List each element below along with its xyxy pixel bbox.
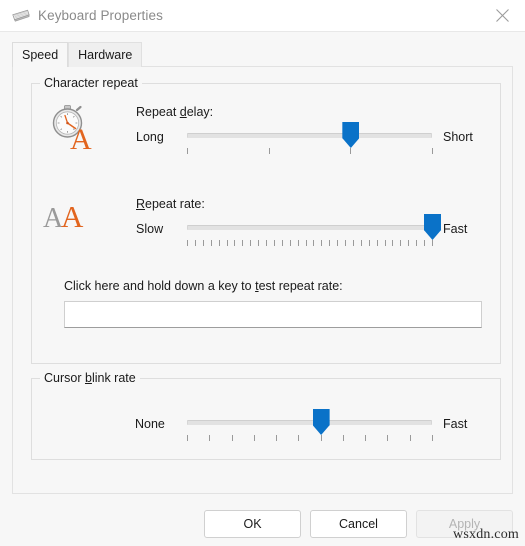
repeat-rate-max-label: Fast <box>443 222 468 236</box>
tab-hardware-label: Hardware <box>78 48 133 62</box>
slider-tick <box>368 240 370 246</box>
slider-tick <box>266 240 268 246</box>
window-body: Speed Hardware Character repeat A Repeat… <box>0 32 525 546</box>
title-bar: Keyboard Properties <box>0 0 525 32</box>
slider-track[interactable] <box>187 225 432 230</box>
slider-tick <box>281 240 283 246</box>
slider-tick <box>202 240 204 246</box>
slider-tick <box>253 435 255 441</box>
group-character-repeat: Character repeat A Repeat delay: Long Sh… <box>31 76 501 364</box>
repeat-rate-label: Repeat rate: <box>136 197 205 211</box>
slider-tick <box>210 240 212 246</box>
dialog-footer: OK Cancel Apply <box>204 510 513 538</box>
slider-tick <box>416 240 418 246</box>
slider-tick <box>424 240 426 246</box>
slider-tick <box>329 240 331 246</box>
slider-tick <box>345 240 347 246</box>
slider-tick <box>432 240 433 246</box>
slider-tick <box>360 240 362 246</box>
svg-text:A: A <box>70 123 92 152</box>
slider-tick <box>276 435 278 441</box>
slider-tick <box>392 240 394 246</box>
slider-tick <box>298 435 300 441</box>
cursor-blink-max-label: Fast <box>443 417 468 431</box>
slider-tick <box>187 148 188 154</box>
apply-button: Apply <box>416 510 513 538</box>
slider-tick <box>268 148 270 154</box>
svg-text:A: A <box>61 199 84 234</box>
cancel-button[interactable]: Cancel <box>310 510 407 538</box>
slider-tick <box>408 240 410 246</box>
slider-tick <box>321 240 323 246</box>
slider-tick <box>258 240 260 246</box>
slider-tick <box>384 240 386 246</box>
slider-tick <box>350 148 352 154</box>
tab-page-speed: Character repeat A Repeat delay: Long Sh… <box>12 66 513 494</box>
close-icon[interactable] <box>480 0 525 31</box>
double-letter-a-icon: A A <box>41 194 99 236</box>
cursor-blink-min-label: None <box>135 417 165 431</box>
stopwatch-letter-a-icon: A <box>41 101 99 153</box>
slider-thumb[interactable] <box>312 409 330 435</box>
slider-track[interactable] <box>187 420 432 425</box>
slider-thumb[interactable] <box>424 214 441 240</box>
slider-tick <box>376 240 378 246</box>
slider-tick <box>352 240 354 246</box>
slider-thumb[interactable] <box>342 122 360 148</box>
cursor-blink-rate-slider[interactable] <box>187 409 433 443</box>
keyboard-icon <box>10 5 32 27</box>
slider-tick <box>387 435 389 441</box>
slider-ticks <box>187 240 433 247</box>
repeat-delay-slider[interactable] <box>187 122 433 156</box>
slider-tick <box>242 240 244 246</box>
slider-tick <box>313 240 315 246</box>
slider-tick <box>289 240 291 246</box>
slider-tick <box>187 435 188 441</box>
test-repeat-rate-label: Click here and hold down a key to test r… <box>64 279 343 293</box>
slider-tick <box>250 240 252 246</box>
repeat-delay-label: Repeat delay: <box>136 105 214 119</box>
slider-tick <box>432 148 433 154</box>
slider-tick <box>273 240 275 246</box>
repeat-rate-min-label: Slow <box>136 222 164 236</box>
tab-speed-label: Speed <box>22 48 59 62</box>
slider-tick <box>234 240 236 246</box>
slider-tick <box>187 240 188 246</box>
ok-button[interactable]: OK <box>204 510 301 538</box>
slider-tick <box>432 435 433 441</box>
slider-tick <box>231 435 233 441</box>
group-cursor-blink-rate: Cursor blink rate None Fast <box>31 371 501 460</box>
slider-ticks <box>187 148 433 155</box>
slider-ticks <box>187 435 433 442</box>
tab-speed[interactable]: Speed <box>12 42 69 67</box>
test-repeat-rate-input[interactable] <box>64 301 482 328</box>
repeat-delay-max-label: Short <box>443 130 473 144</box>
slider-tick <box>194 240 196 246</box>
tab-strip: Speed Hardware <box>12 41 143 67</box>
slider-tick <box>218 240 220 246</box>
repeat-rate-slider[interactable] <box>187 214 441 248</box>
slider-tick <box>400 240 402 246</box>
slider-tick <box>226 240 228 246</box>
slider-tick <box>305 240 307 246</box>
slider-tick <box>209 435 211 441</box>
slider-tick <box>297 240 299 246</box>
slider-track[interactable] <box>187 133 432 138</box>
slider-tick <box>409 435 411 441</box>
group-character-repeat-title: Character repeat <box>40 76 142 90</box>
repeat-delay-min-label: Long <box>136 130 164 144</box>
slider-tick <box>320 435 322 441</box>
slider-tick <box>342 435 344 441</box>
tab-hardware[interactable]: Hardware <box>68 42 143 67</box>
window-title: Keyboard Properties <box>38 8 163 23</box>
group-cursor-blink-rate-title: Cursor blink rate <box>40 371 140 385</box>
slider-tick <box>337 240 339 246</box>
slider-tick <box>365 435 367 441</box>
